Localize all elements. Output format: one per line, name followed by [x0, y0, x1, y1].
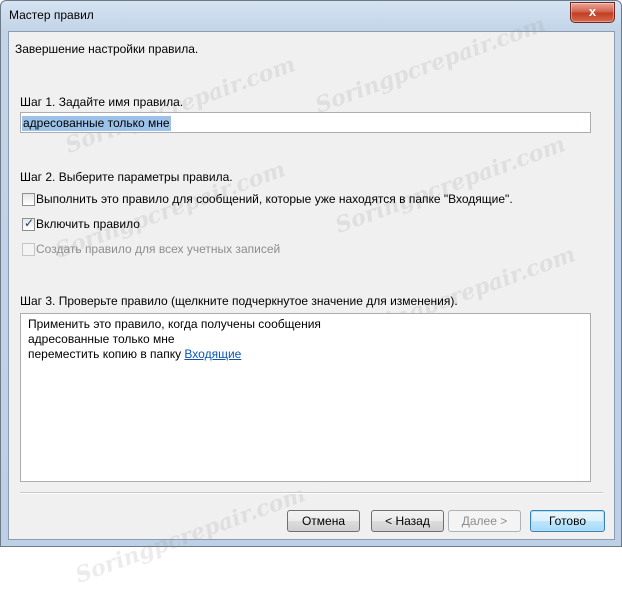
- cancel-button[interactable]: Отмена: [287, 510, 360, 532]
- inbox-folder-link[interactable]: Входящие: [184, 347, 241, 361]
- wizard-heading: Завершение настройки правила.: [15, 42, 199, 56]
- next-button: Далее >: [448, 510, 521, 532]
- step3-label: Шаг 3. Проверьте правило (щелкните подче…: [20, 294, 458, 308]
- window-title: Мастер правил: [9, 8, 94, 22]
- rule-description-line: адресованные только мне: [28, 332, 175, 346]
- rules-wizard-window: Мастер правил x Soringpcrepair.com Sorin…: [0, 0, 622, 589]
- enable-rule-checkbox[interactable]: [22, 216, 35, 231]
- watermark: Soringpcrepair.com: [71, 481, 309, 589]
- rule-description-box: Применить это правило, когда получены со…: [20, 313, 591, 482]
- rule-name-input[interactable]: адресованные только мне: [20, 112, 591, 133]
- rule-name-value: адресованные только мне: [22, 116, 171, 131]
- all-accounts-label: Создать правило для всех учетных записей: [36, 242, 281, 256]
- button-separator: [20, 492, 603, 494]
- step1-label: Шаг 1. Задайте имя правила.: [20, 95, 184, 109]
- finish-button[interactable]: Готово: [530, 510, 605, 532]
- action-text: переместить копию в папку: [28, 347, 185, 361]
- rule-description-line: Применить это правило, когда получены со…: [28, 317, 321, 331]
- rule-description-action: переместить копию в папку Входящие: [28, 347, 241, 361]
- back-button[interactable]: < Назад: [371, 510, 444, 532]
- run-on-inbox-label[interactable]: Выполнить это правило для сообщений, кот…: [36, 192, 513, 206]
- wizard-content: Soringpcrepair.com Soringpcrepair.com So…: [8, 11, 615, 589]
- close-button[interactable]: x: [570, 2, 615, 23]
- run-on-inbox-checkbox[interactable]: [22, 193, 35, 206]
- close-icon: x: [588, 4, 597, 19]
- watermark: Soringpcrepair.com: [331, 131, 569, 239]
- step2-label: Шаг 2. Выберите параметры правила.: [20, 170, 233, 184]
- all-accounts-checkbox: [22, 243, 35, 256]
- enable-rule-label[interactable]: Включить правило: [36, 217, 140, 231]
- title-bar[interactable]: Мастер правил x: [1, 1, 621, 31]
